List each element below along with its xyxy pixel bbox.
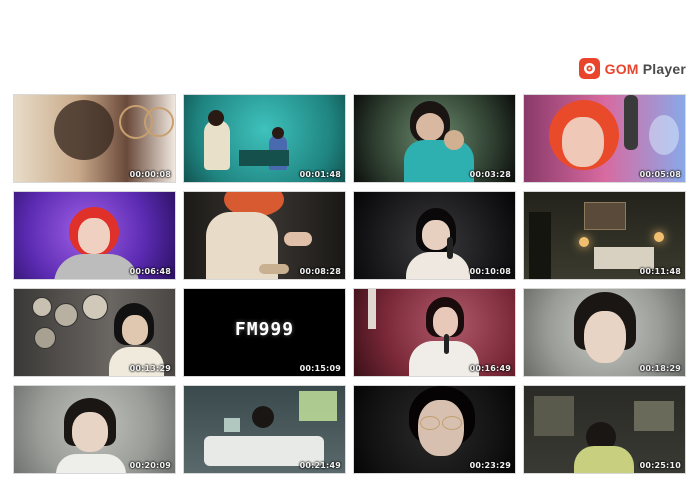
thumbnail-frame[interactable]: FM999 00:15:09: [183, 288, 346, 377]
thumbnail-frame[interactable]: 00:23:29: [353, 385, 516, 474]
thumbnail-frame[interactable]: 00:21:49: [183, 385, 346, 474]
logo-text-player: Player: [642, 60, 686, 77]
timestamp-label: 00:06:48: [129, 267, 171, 276]
timestamp-label: 00:23:29: [469, 461, 511, 470]
timestamp-label: 00:01:48: [299, 170, 341, 179]
timestamp-label: 00:15:09: [299, 364, 341, 373]
thumbnail-frame[interactable]: 00:16:49: [353, 288, 516, 377]
timestamp-label: 00:08:28: [299, 267, 341, 276]
timestamp-label: 00:05:08: [639, 170, 681, 179]
thumbnail-frame[interactable]: 00:11:48: [523, 191, 686, 280]
timestamp-label: 00:25:10: [639, 461, 681, 470]
gom-logo-icon: [578, 58, 600, 79]
timestamp-label: 00:21:49: [299, 461, 341, 470]
thumbnail-frame[interactable]: 00:00:08: [13, 94, 176, 183]
timestamp-label: 00:03:28: [469, 170, 511, 179]
thumbnail-frame[interactable]: 00:03:28: [353, 94, 516, 183]
thumbnail-frame[interactable]: 00:10:08: [353, 191, 516, 280]
timestamp-label: 00:10:08: [469, 267, 511, 276]
thumbnail-frame[interactable]: 00:06:48: [13, 191, 176, 280]
timestamp-label: 00:20:09: [129, 461, 171, 470]
timestamp-label: 00:00:08: [129, 170, 171, 179]
thumbnail-frame[interactable]: 00:13:29: [13, 288, 176, 377]
gom-player-logo: GOM Player: [578, 58, 686, 79]
thumbnail-grid: 00:00:08 00:01:48 00:03:28 00:05:08 00:0…: [13, 94, 688, 479]
thumbnail-frame[interactable]: 00:18:29: [523, 288, 686, 377]
thumbnail-frame[interactable]: 00:01:48: [183, 94, 346, 183]
timestamp-label: 00:11:48: [639, 267, 681, 276]
thumbnail-frame[interactable]: 00:25:10: [523, 385, 686, 474]
thumbnail-frame[interactable]: 00:20:09: [13, 385, 176, 474]
thumbnail-frame[interactable]: 00:05:08: [523, 94, 686, 183]
thumbnail-frame[interactable]: 00:08:28: [183, 191, 346, 280]
timestamp-label: 00:18:29: [639, 364, 681, 373]
logo-text-gom: GOM: [604, 60, 639, 77]
timestamp-label: 00:16:49: [469, 364, 511, 373]
timestamp-label: 00:13:29: [129, 364, 171, 373]
fm999-title-card: FM999: [234, 319, 295, 340]
logo-wordmark: GOM Player: [605, 61, 686, 77]
